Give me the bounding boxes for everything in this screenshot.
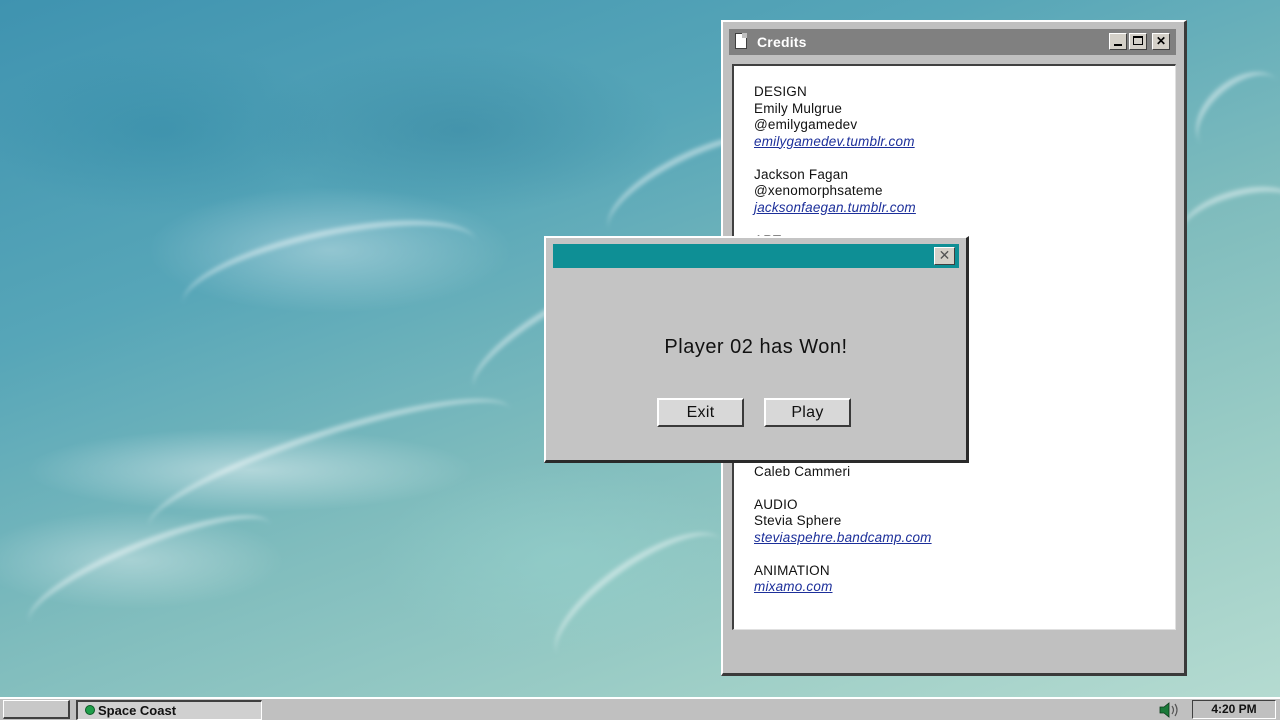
document-icon [735,33,747,49]
taskbar-item-space-coast[interactable]: Space Coast [76,700,262,720]
water-ripple [174,199,486,347]
credits-entry: @xenomorphsateme [754,183,883,198]
credits-link[interactable]: steviaspehre.bandcamp.com [754,530,932,545]
credits-spacer [754,216,932,233]
maximize-button[interactable] [1129,33,1147,50]
taskbar: Space Coast 4:20 PM [0,697,1280,720]
credits-line: @xenomorphsateme [754,183,932,200]
credits-line: mixamo.com [754,579,932,596]
credits-entry: Caleb Cammeri [754,463,851,479]
credits-line: @emilygamedev [754,117,932,134]
speaker-icon[interactable] [1158,702,1182,718]
credits-line: ANIMATION [754,563,932,580]
dialog-message: Player 02 has Won! [664,336,848,358]
credits-heading: DESIGN [754,84,807,99]
credits-titlebar[interactable]: Credits ✕ [729,29,1176,55]
credits-spacer [754,480,932,497]
win-dialog: ✕ Player 02 has Won! Exit Play [544,236,969,463]
credits-window-title: Credits [757,34,807,50]
water-ripple [1174,175,1280,261]
credits-spacer [754,546,932,563]
credits-entry: Stevia Sphere [754,513,842,528]
maximize-icon [1133,36,1143,45]
credits-link[interactable]: jacksonfaegan.tumblr.com [754,200,916,215]
taskbar-item-label: Space Coast [98,703,177,718]
credits-link[interactable]: emilygamedev.tumblr.com [754,134,915,149]
start-button[interactable] [3,700,70,719]
credits-spacer [754,150,932,167]
credits-heading: AUDIO [754,496,798,512]
credits-link[interactable]: mixamo.com [754,579,833,594]
dialog-close-button[interactable]: ✕ [934,247,955,265]
credits-line: jacksonfaegan.tumblr.com [754,200,932,217]
close-icon: ✕ [938,247,951,263]
water-ripple [1180,55,1280,171]
water-ripple [536,509,744,687]
credits-line: Stevia Sphere [754,513,932,530]
credits-entry: Jackson Fagan [754,166,849,182]
credits-line: Jackson Fagan [754,167,932,184]
minimize-icon [1114,44,1122,46]
clock: 4:20 PM [1211,702,1257,716]
credits-entry: Emily Mulgrue [754,100,843,116]
minimize-button[interactable] [1109,33,1127,50]
exit-button[interactable]: Exit [657,398,744,427]
credits-line: steviaspehre.bandcamp.com [754,530,932,547]
credits-line: AUDIO [754,497,932,514]
credits-heading: ANIMATION [754,562,830,578]
play-button[interactable]: Play [764,398,851,427]
system-tray: 4:20 PM [1192,700,1276,719]
dialog-titlebar[interactable]: ✕ [553,244,959,268]
credits-entry: @emilygamedev [754,117,858,132]
credits-line: DESIGN [754,84,932,101]
close-icon: ✕ [1155,34,1167,48]
globe-icon [85,705,95,715]
credits-line: Emily Mulgrue [754,101,932,118]
credits-line: Caleb Cammeri [754,464,932,481]
credits-line: emilygamedev.tumblr.com [754,134,932,151]
close-button[interactable]: ✕ [1152,33,1170,50]
